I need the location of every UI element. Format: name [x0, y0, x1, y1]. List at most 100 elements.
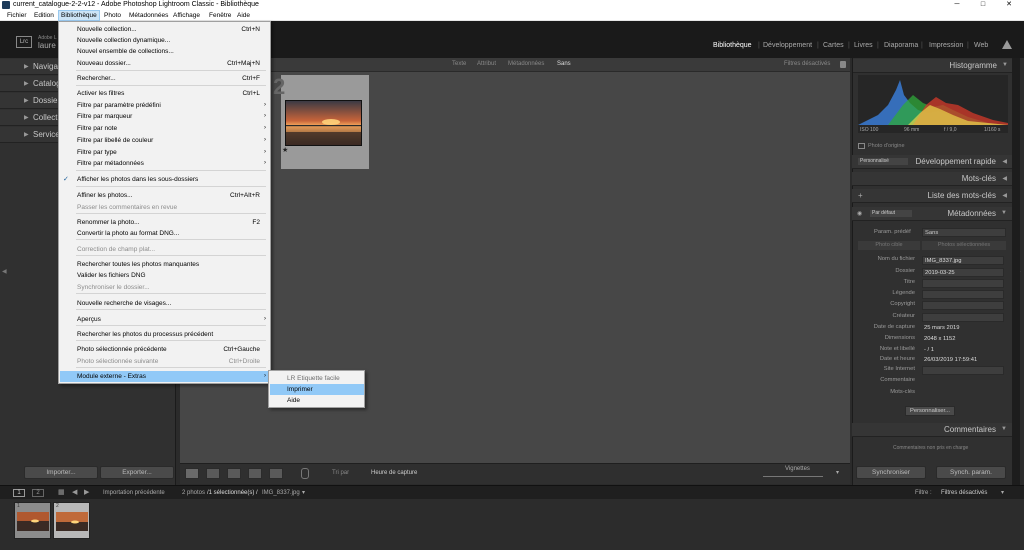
metadata-header[interactable]: ◉ Par défaut Métadonnées ▼: [852, 207, 1012, 221]
loupe-view-icon[interactable]: [206, 468, 220, 479]
module-impression[interactable]: Impression: [929, 42, 963, 49]
grid-icon[interactable]: ▦: [58, 488, 65, 496]
filmstrip-source[interactable]: Importation précédente: [103, 490, 165, 496]
filter-status[interactable]: Filtres désactivés: [784, 61, 830, 67]
metadata-value[interactable]: [922, 290, 1004, 299]
selected-photos-toggle[interactable]: Photos sélectionnées: [922, 241, 1006, 250]
menu-item-previous-selected-photo[interactable]: Photo sélectionnée précédente Ctrl+Gauche: [60, 344, 270, 355]
menu-item-flat-field-correction[interactable]: Correction de champ plat...: [60, 244, 270, 255]
grid-view-icon[interactable]: [185, 468, 199, 479]
close-icon[interactable]: ✕: [996, 0, 1022, 10]
sync-settings-button[interactable]: Synch. param.: [936, 466, 1006, 479]
filter-sans[interactable]: Sans: [557, 61, 571, 67]
metadata-value[interactable]: 2019-03-25: [922, 268, 1004, 277]
menu-item-filter-by-kind[interactable]: Filtre par type ›: [60, 147, 270, 158]
keyword-list-header[interactable]: + Liste des mots-clés ◀: [852, 189, 1012, 203]
minimize-icon[interactable]: ─: [944, 0, 970, 10]
spray-can-icon[interactable]: [301, 468, 309, 479]
menu-item-enable-filters[interactable]: Activer les filtres Ctrl+L: [60, 88, 270, 99]
menu-item-filter-by-metadata[interactable]: Filtre par métadonnées ›: [60, 158, 270, 169]
menu-item-plugin-extras[interactable]: Module externe - Extras ›: [60, 371, 270, 382]
histogram-header[interactable]: Histogramme ▼: [853, 59, 1013, 73]
metadata-value[interactable]: [922, 313, 1004, 322]
survey-view-icon[interactable]: [248, 468, 262, 479]
menu-item-new-smart-collection[interactable]: Nouvelle collection dynamique...: [60, 35, 270, 46]
keywording-header[interactable]: Mots-clés ◀: [852, 172, 1012, 186]
filter-texte[interactable]: Texte: [452, 61, 466, 67]
module-web[interactable]: Web: [974, 42, 988, 49]
display-2-button[interactable]: 2: [32, 489, 44, 497]
sync-button[interactable]: Synchroniser: [856, 466, 926, 479]
checkbox-icon[interactable]: [858, 143, 865, 149]
menu-item-filter-by-rating[interactable]: Filtre par note ›: [60, 123, 270, 134]
module-diaporama[interactable]: Diaporama: [884, 42, 918, 49]
menu-edition[interactable]: Edition: [32, 10, 56, 21]
right-panel-scrollbar[interactable]: [1012, 58, 1020, 485]
left-panel-toggle-icon[interactable]: ◀: [2, 268, 7, 275]
forward-arrow-icon[interactable]: ▶: [84, 488, 89, 496]
submenu-item-etiquette[interactable]: LR Etiquette facile: [270, 373, 364, 384]
comments-header[interactable]: Commentaires ▼: [852, 423, 1012, 437]
menu-item-find-faces[interactable]: Nouvelle recherche de visages...: [60, 298, 270, 309]
people-view-icon[interactable]: [269, 468, 283, 479]
display-1-button[interactable]: 1: [13, 489, 25, 497]
menu-item-filter-by-preset[interactable]: Filtre par paramètre prédéfini ›: [60, 100, 270, 111]
menu-photo[interactable]: Photo: [102, 10, 123, 21]
quick-develop-header[interactable]: Personnalisé Développement rapide ◀: [852, 155, 1012, 169]
back-arrow-icon[interactable]: ◀: [72, 488, 77, 496]
menu-fenetre[interactable]: Fenêtre: [207, 10, 233, 21]
export-button[interactable]: Exporter...: [100, 466, 174, 479]
menu-aide[interactable]: Aide: [235, 10, 252, 21]
module-livres[interactable]: Livres: [854, 42, 873, 49]
triangle-icon[interactable]: [1002, 39, 1012, 49]
metadata-value[interactable]: IMG_8337.jpg: [922, 256, 1004, 265]
menu-item-validate-dng[interactable]: Valider les fichiers DNG: [60, 270, 270, 281]
module-developpement[interactable]: Développement: [763, 42, 812, 49]
filter-dropdown[interactable]: Filtres désactivés: [941, 490, 987, 496]
menu-item-synchronize-folder[interactable]: Synchroniser le dossier...: [60, 282, 270, 293]
chevron-down-icon[interactable]: ▾: [1001, 489, 1004, 496]
metadata-preset[interactable]: Par défaut: [870, 210, 912, 217]
target-photo-toggle[interactable]: Photo cible: [858, 241, 920, 250]
metadata-value[interactable]: [922, 279, 1004, 288]
module-bibliotheque[interactable]: Bibliothèque: [713, 42, 752, 49]
menu-item-filter-by-flag[interactable]: Filtre par marqueur ›: [60, 111, 270, 122]
submenu-item-imprimer[interactable]: Imprimer: [270, 384, 364, 395]
menu-item-refine-photos[interactable]: Affiner les photos... Ctrl+Alt+R: [60, 190, 270, 201]
add-keyword-icon[interactable]: +: [858, 191, 863, 200]
submenu-item-aide[interactable]: Aide: [270, 395, 364, 406]
filter-metadonnees[interactable]: Métadonnées: [508, 61, 544, 67]
menu-item-review-comments[interactable]: Passer les commentaires en revue: [60, 202, 270, 213]
menu-item-rename-photo[interactable]: Renommer la photo... F2: [60, 217, 270, 228]
chevron-down-icon[interactable]: ▾: [302, 489, 305, 496]
menu-item-show-photos-in-subfolders[interactable]: ✓ Afficher les photos dans les sous-dossi…: [60, 174, 270, 185]
filter-attribut[interactable]: Attribut: [477, 61, 496, 67]
thumbnail-size-slider[interactable]: [763, 476, 823, 477]
menu-bibliotheque[interactable]: Bibliothèque: [58, 10, 100, 21]
compare-view-icon[interactable]: [227, 468, 241, 479]
menu-fichier[interactable]: Fichier: [5, 10, 29, 21]
lock-icon[interactable]: [840, 61, 846, 68]
filmstrip-cell[interactable]: 1: [14, 502, 51, 539]
menu-item-filter-by-color-label[interactable]: Filtre par libellé de couleur ›: [60, 135, 270, 146]
preset-dropdown[interactable]: Sans: [922, 228, 1006, 237]
photo-thumbnail[interactable]: [285, 100, 362, 146]
module-cartes[interactable]: Cartes: [823, 42, 844, 49]
menu-item-new-collection[interactable]: Nouvelle collection... Ctrl+N: [60, 24, 270, 35]
eye-icon[interactable]: ◉: [857, 210, 862, 217]
metadata-value[interactable]: [922, 301, 1004, 310]
quick-develop-preset[interactable]: Personnalisé: [858, 158, 908, 165]
menu-item-previews[interactable]: Aperçus ›: [60, 314, 270, 325]
menu-affichage[interactable]: Affichage: [171, 10, 202, 21]
menu-item-next-selected-photo[interactable]: Photo sélectionnée suivante Ctrl+Droite: [60, 356, 270, 367]
metadata-value[interactable]: [922, 366, 1004, 375]
menu-item-new-collection-set[interactable]: Nouvel ensemble de collections...: [60, 46, 270, 57]
menu-item-convert-to-dng[interactable]: Convertir la photo au format DNG...: [60, 228, 270, 239]
customize-button[interactable]: Personnaliser...: [905, 406, 955, 416]
star-rating[interactable]: ★: [282, 146, 288, 154]
toolbar-menu-icon[interactable]: ▾: [836, 469, 839, 476]
filmstrip-cell-selected[interactable]: 2: [53, 502, 90, 539]
menu-item-find-missing-photos[interactable]: Rechercher toutes les photos manquantes: [60, 259, 270, 270]
menu-item-new-folder[interactable]: Nouveau dossier... Ctrl+Maj+N: [60, 58, 270, 69]
menu-item-find-previous-process-photos[interactable]: Rechercher les photos du processus précé…: [60, 329, 270, 340]
